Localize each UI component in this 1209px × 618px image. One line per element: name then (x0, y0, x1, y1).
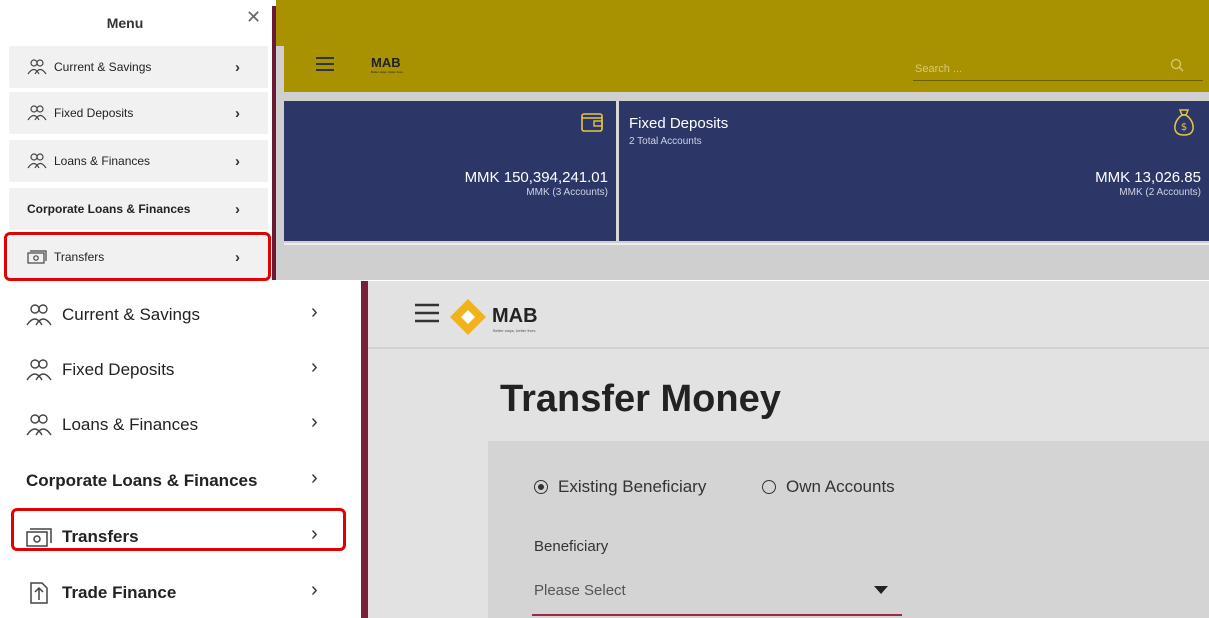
users-icon (27, 105, 47, 121)
sidebar-edge (361, 281, 368, 618)
money-bag-icon: $ (1174, 109, 1194, 136)
radio-label: Own Accounts (786, 477, 895, 496)
divider (284, 243, 1209, 245)
users-icon (26, 304, 52, 326)
highlight-box-transfers (11, 508, 346, 551)
chevron-right-icon: › (235, 152, 240, 170)
card-subtitle: 2 Total Accounts (629, 136, 702, 147)
chevron-right-icon: › (311, 301, 318, 323)
chevron-right-icon: › (311, 356, 318, 378)
page-title: Transfer Money (500, 378, 781, 420)
menu-item-label: Loans & Finances (54, 154, 151, 168)
search-input[interactable]: Search ... (915, 63, 962, 75)
menu-item-loans-finances[interactable]: Loans & Finances › (9, 140, 268, 182)
logo-text[interactable]: MAB (492, 305, 538, 328)
users-icon (26, 359, 52, 381)
radio-unselected-icon (762, 480, 776, 494)
logo-tagline: Better ways, better lives (493, 328, 536, 333)
hamburger-menu-icon[interactable] (316, 56, 334, 72)
hamburger-menu-icon[interactable] (415, 303, 439, 323)
radio-existing-beneficiary[interactable]: Existing Beneficiary (534, 477, 706, 497)
select-underline (532, 614, 902, 616)
top-header-strip (276, 0, 1209, 46)
chevron-right-icon: › (311, 579, 318, 601)
chevron-right-icon: › (235, 58, 240, 76)
radio-label: Existing Beneficiary (558, 477, 707, 496)
menu-item-label: Corporate Loans & Finances (27, 202, 191, 216)
menu-item-fixed-deposits[interactable]: Fixed Deposits › (9, 92, 268, 134)
menu-item-label: Loans & Finances (62, 415, 199, 434)
chevron-right-icon: › (235, 200, 240, 218)
document-icon (30, 582, 48, 604)
card-amount: MMK 13,026.85 (1095, 169, 1201, 186)
chevron-right-icon: › (235, 104, 240, 122)
menu-item-label: Current & Savings (62, 305, 200, 324)
card-account-count: MMK (2 Accounts) (1119, 187, 1201, 198)
menu-item-fixed-deposits[interactable]: Fixed Deposits (26, 355, 174, 385)
logo-text: MAB (371, 55, 401, 70)
chevron-right-icon: › (311, 411, 318, 433)
menu-title: Menu (106, 15, 144, 31)
menu-item-current-savings[interactable]: Current & Savings › (9, 46, 268, 88)
menu-item-current-savings[interactable]: Current & Savings (26, 300, 200, 330)
beneficiary-select[interactable]: Please Select (534, 582, 626, 599)
highlight-box-transfers (4, 232, 271, 281)
svg-text:$: $ (1181, 122, 1187, 133)
fixed-deposits-card[interactable]: Fixed Deposits 2 Total Accounts $ MMK 13… (619, 101, 1209, 241)
menu-item-loans-finances[interactable]: Loans & Finances (26, 410, 198, 440)
beneficiary-label: Beneficiary (534, 538, 609, 555)
users-icon (27, 153, 47, 169)
menu-item-label: Fixed Deposits (62, 360, 175, 379)
search-icon[interactable] (1170, 58, 1184, 72)
card-account-count: MMK (3 Accounts) (526, 187, 608, 198)
chevron-right-icon: › (311, 467, 318, 489)
card-amount: MMK 150,394,241.01 (464, 169, 608, 186)
radio-selected-icon (534, 480, 548, 494)
menu-item-label: Fixed Deposits (54, 106, 134, 120)
card-title: Fixed Deposits (629, 115, 729, 132)
menu-item-label: Corporate Loans & Finances (26, 471, 258, 490)
account-summary-card[interactable]: MMK 150,394,241.01 MMK (3 Accounts) (284, 101, 616, 241)
header-divider (368, 347, 1209, 349)
wallet-icon (581, 113, 603, 132)
close-icon[interactable]: ✕ (246, 8, 261, 26)
radio-own-accounts[interactable]: Own Accounts (762, 477, 895, 497)
mab-logo[interactable]: MAB Better ways, better lives (371, 55, 403, 74)
menu-item-label: Trade Finance (62, 583, 177, 602)
logo-tagline: Better ways, better lives (371, 70, 403, 74)
menu-item-label: Current & Savings (54, 60, 152, 74)
menu-item-corporate-loans[interactable]: Corporate Loans & Finances (26, 466, 257, 496)
users-icon (27, 59, 47, 75)
search-underline (913, 80, 1203, 81)
menu-item-corporate-loans[interactable]: Corporate Loans & Finances › (9, 188, 268, 230)
caret-down-icon[interactable] (874, 586, 888, 594)
users-icon (26, 414, 52, 436)
top-app-header (284, 46, 1209, 92)
mab-logo-mark (450, 299, 486, 335)
menu-item-trade-finance[interactable]: Trade Finance (26, 578, 176, 608)
